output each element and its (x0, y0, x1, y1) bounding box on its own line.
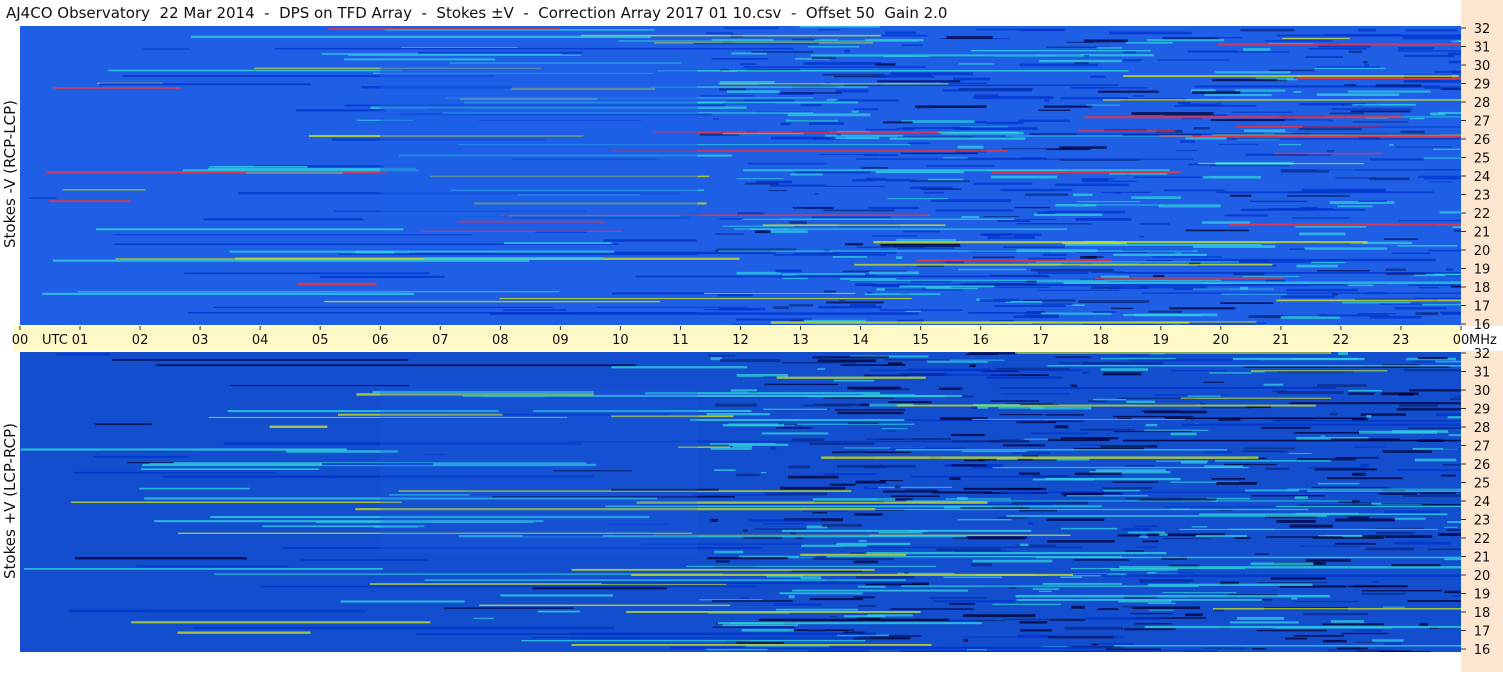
time-tick-label: 11 (672, 333, 689, 348)
time-tick-label: 01 (72, 333, 89, 348)
freq-tick-label: 18 (1474, 281, 1491, 296)
freq-tick-label: 19 (1474, 263, 1491, 278)
time-tick-label: 22 (1333, 333, 1350, 348)
freq-tick-label: 24 (1474, 170, 1491, 185)
time-tick-label: 12 (732, 333, 749, 348)
time-tick-label: 04 (252, 333, 269, 348)
freq-tick-label: 32 (1474, 347, 1491, 362)
time-tick-label: 18 (1092, 333, 1109, 348)
freq-tick-label: 17 (1474, 300, 1491, 315)
freq-tick-label: 20 (1474, 569, 1491, 584)
freq-tick-label: 21 (1474, 551, 1491, 566)
freq-tick-label: 31 (1474, 41, 1491, 56)
freq-tick-label: 20 (1474, 244, 1491, 259)
frequency-axis-top-svg: 1617181920212223242526272829303132 (1461, 0, 1503, 326)
time-tick-label: 00 (12, 333, 29, 348)
time-axis-bar: 00 01 02 03 04 05 06 07 08 09 10 11 12 13 14 15 16 17 18 19… (14, 326, 1461, 351)
time-tick-label: 19 (1153, 333, 1170, 348)
freq-tick-label: 16 (1474, 318, 1491, 333)
freq-tick-label: 16 (1474, 643, 1491, 658)
time-tick-label: 07 (432, 333, 449, 348)
freq-tick-label: 23 (1474, 514, 1491, 529)
freq-tick-label: 31 (1474, 366, 1491, 381)
chart-title: AJ4CO Observatory 22 Mar 2014 - DPS on T… (6, 3, 947, 23)
freq-tick-label: 22 (1474, 532, 1491, 547)
freq-tick-label: 22 (1474, 207, 1491, 222)
freq-tick-label: 23 (1474, 189, 1491, 204)
time-tick-label: 13 (792, 333, 809, 348)
time-tick-label: 10 (612, 333, 629, 348)
utc-label: UTC (42, 333, 68, 348)
bottom-panel-ylabel: Stokes +V (LCP-RCP) (1, 371, 19, 631)
time-tick-label: 23 (1393, 333, 1410, 348)
time-tick-label: 03 (192, 333, 209, 348)
freq-tick-label: 24 (1474, 495, 1491, 510)
time-tick-label: 00 (1453, 333, 1470, 348)
spectrogram-top-plot (20, 26, 1461, 325)
top-panel-ylabel: Stokes -V (RCP-LCP) (1, 44, 19, 304)
freq-tick-label: 25 (1474, 152, 1491, 167)
time-tick-label: 21 (1273, 333, 1290, 348)
freq-tick-label: 19 (1474, 588, 1491, 603)
freq-tick-label: 30 (1474, 59, 1491, 74)
freq-tick-label: 25 (1474, 477, 1491, 492)
frequency-axis-bottom: 1617181920212223242526272829303132 (1461, 351, 1503, 672)
frequency-axis-top: 1617181920212223242526272829303132 (1461, 0, 1503, 326)
spectrogram-top (20, 26, 1461, 325)
frequency-axis-bottom-svg: 1617181920212223242526272829303132 (1461, 351, 1503, 672)
time-tick-label: 14 (852, 333, 869, 348)
time-axis: 00 01 02 03 04 05 06 07 08 09 10 11 12 13 14 15 16 17 18 19… (14, 326, 1461, 351)
time-tick-label: 05 (312, 333, 329, 348)
freq-tick-label: 27 (1474, 440, 1491, 455)
freq-tick-label: 27 (1474, 115, 1491, 130)
freq-tick-label: 28 (1474, 421, 1491, 436)
spectrogram-bottom-plot (20, 352, 1461, 652)
mhz-label: MHz (1469, 333, 1497, 348)
freq-tick-label: 17 (1474, 625, 1491, 640)
freq-tick-label: 29 (1474, 403, 1491, 418)
time-tick-label: 02 (132, 333, 149, 348)
time-tick-label: 20 (1213, 333, 1230, 348)
freq-tick-label: 18 (1474, 606, 1491, 621)
time-tick-label: 08 (492, 333, 509, 348)
freq-tick-label: 26 (1474, 458, 1491, 473)
freq-tick-label: 26 (1474, 133, 1491, 148)
time-tick-label: 17 (1032, 333, 1049, 348)
freq-tick-label: 30 (1474, 384, 1491, 399)
freq-tick-label: 32 (1474, 22, 1491, 37)
time-tick-label: 06 (372, 333, 389, 348)
freq-tick-label: 21 (1474, 226, 1491, 241)
time-tick-label: 16 (972, 333, 989, 348)
freq-tick-label: 29 (1474, 78, 1491, 93)
spectrogram-bottom (20, 352, 1461, 652)
time-tick-label: 15 (912, 333, 929, 348)
freq-tick-label: 28 (1474, 96, 1491, 111)
time-tick-label: 09 (552, 333, 569, 348)
